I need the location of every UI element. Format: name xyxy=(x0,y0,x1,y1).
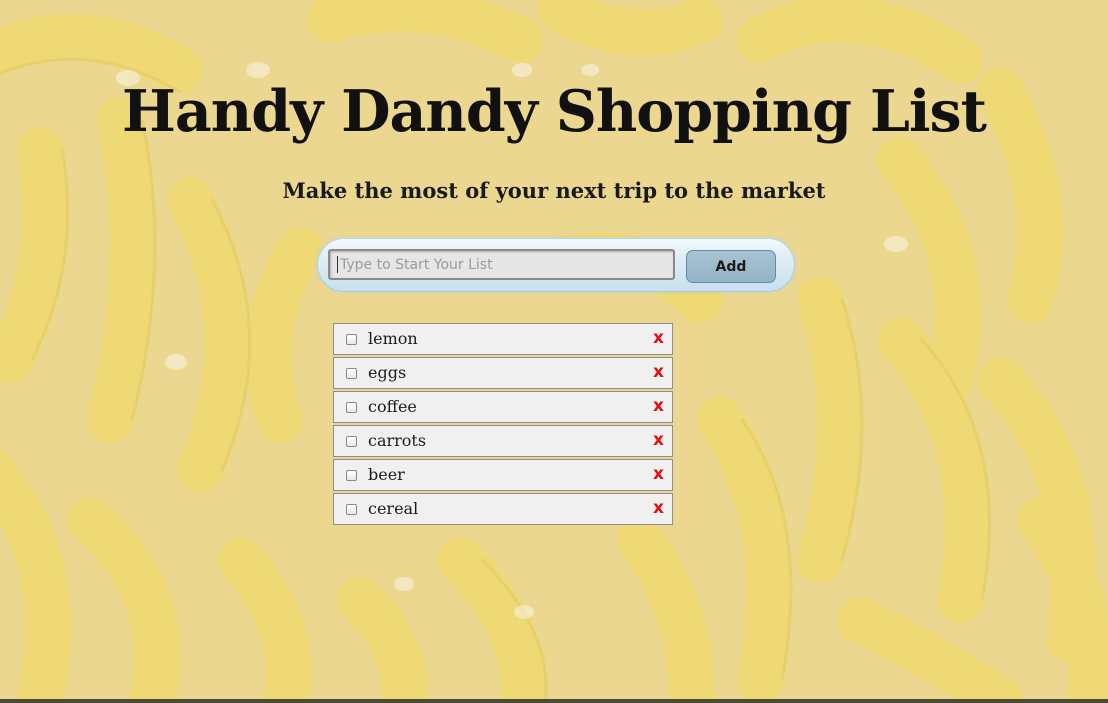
list-item: eggs x xyxy=(333,357,673,389)
item-label: carrots xyxy=(368,431,427,450)
delete-icon[interactable]: x xyxy=(653,498,664,518)
item-checkbox[interactable] xyxy=(346,436,357,447)
list-item: lemon x xyxy=(333,323,673,355)
item-label: beer xyxy=(368,465,405,484)
delete-icon[interactable]: x xyxy=(653,328,664,348)
item-input[interactable] xyxy=(328,249,675,280)
list-item: cereal x xyxy=(333,493,673,525)
page-title: Handy Dandy Shopping List xyxy=(122,78,987,145)
list-item: carrots x xyxy=(333,425,673,457)
list-item: beer x xyxy=(333,459,673,491)
delete-icon[interactable]: x xyxy=(653,362,664,382)
item-label: coffee xyxy=(368,397,417,416)
item-checkbox[interactable] xyxy=(346,504,357,515)
page-subtitle: Make the most of your next trip to the m… xyxy=(282,178,826,203)
item-label: cereal xyxy=(368,499,419,518)
shopping-list-app: Handy Dandy Shopping List Make the most … xyxy=(0,0,1108,703)
item-checkbox[interactable] xyxy=(346,368,357,379)
delete-icon[interactable]: x xyxy=(653,396,664,416)
text-cursor xyxy=(337,256,338,273)
list-item: coffee x xyxy=(333,391,673,423)
shopping-list: lemon x eggs x coffee x carrots x beer x… xyxy=(333,323,673,527)
item-checkbox[interactable] xyxy=(346,470,357,481)
item-checkbox[interactable] xyxy=(346,334,357,345)
delete-icon[interactable]: x xyxy=(653,464,664,484)
add-button[interactable]: Add xyxy=(686,250,776,283)
item-label: eggs xyxy=(368,363,407,382)
delete-icon[interactable]: x xyxy=(653,430,664,450)
item-checkbox[interactable] xyxy=(346,402,357,413)
item-label: lemon xyxy=(368,329,418,348)
